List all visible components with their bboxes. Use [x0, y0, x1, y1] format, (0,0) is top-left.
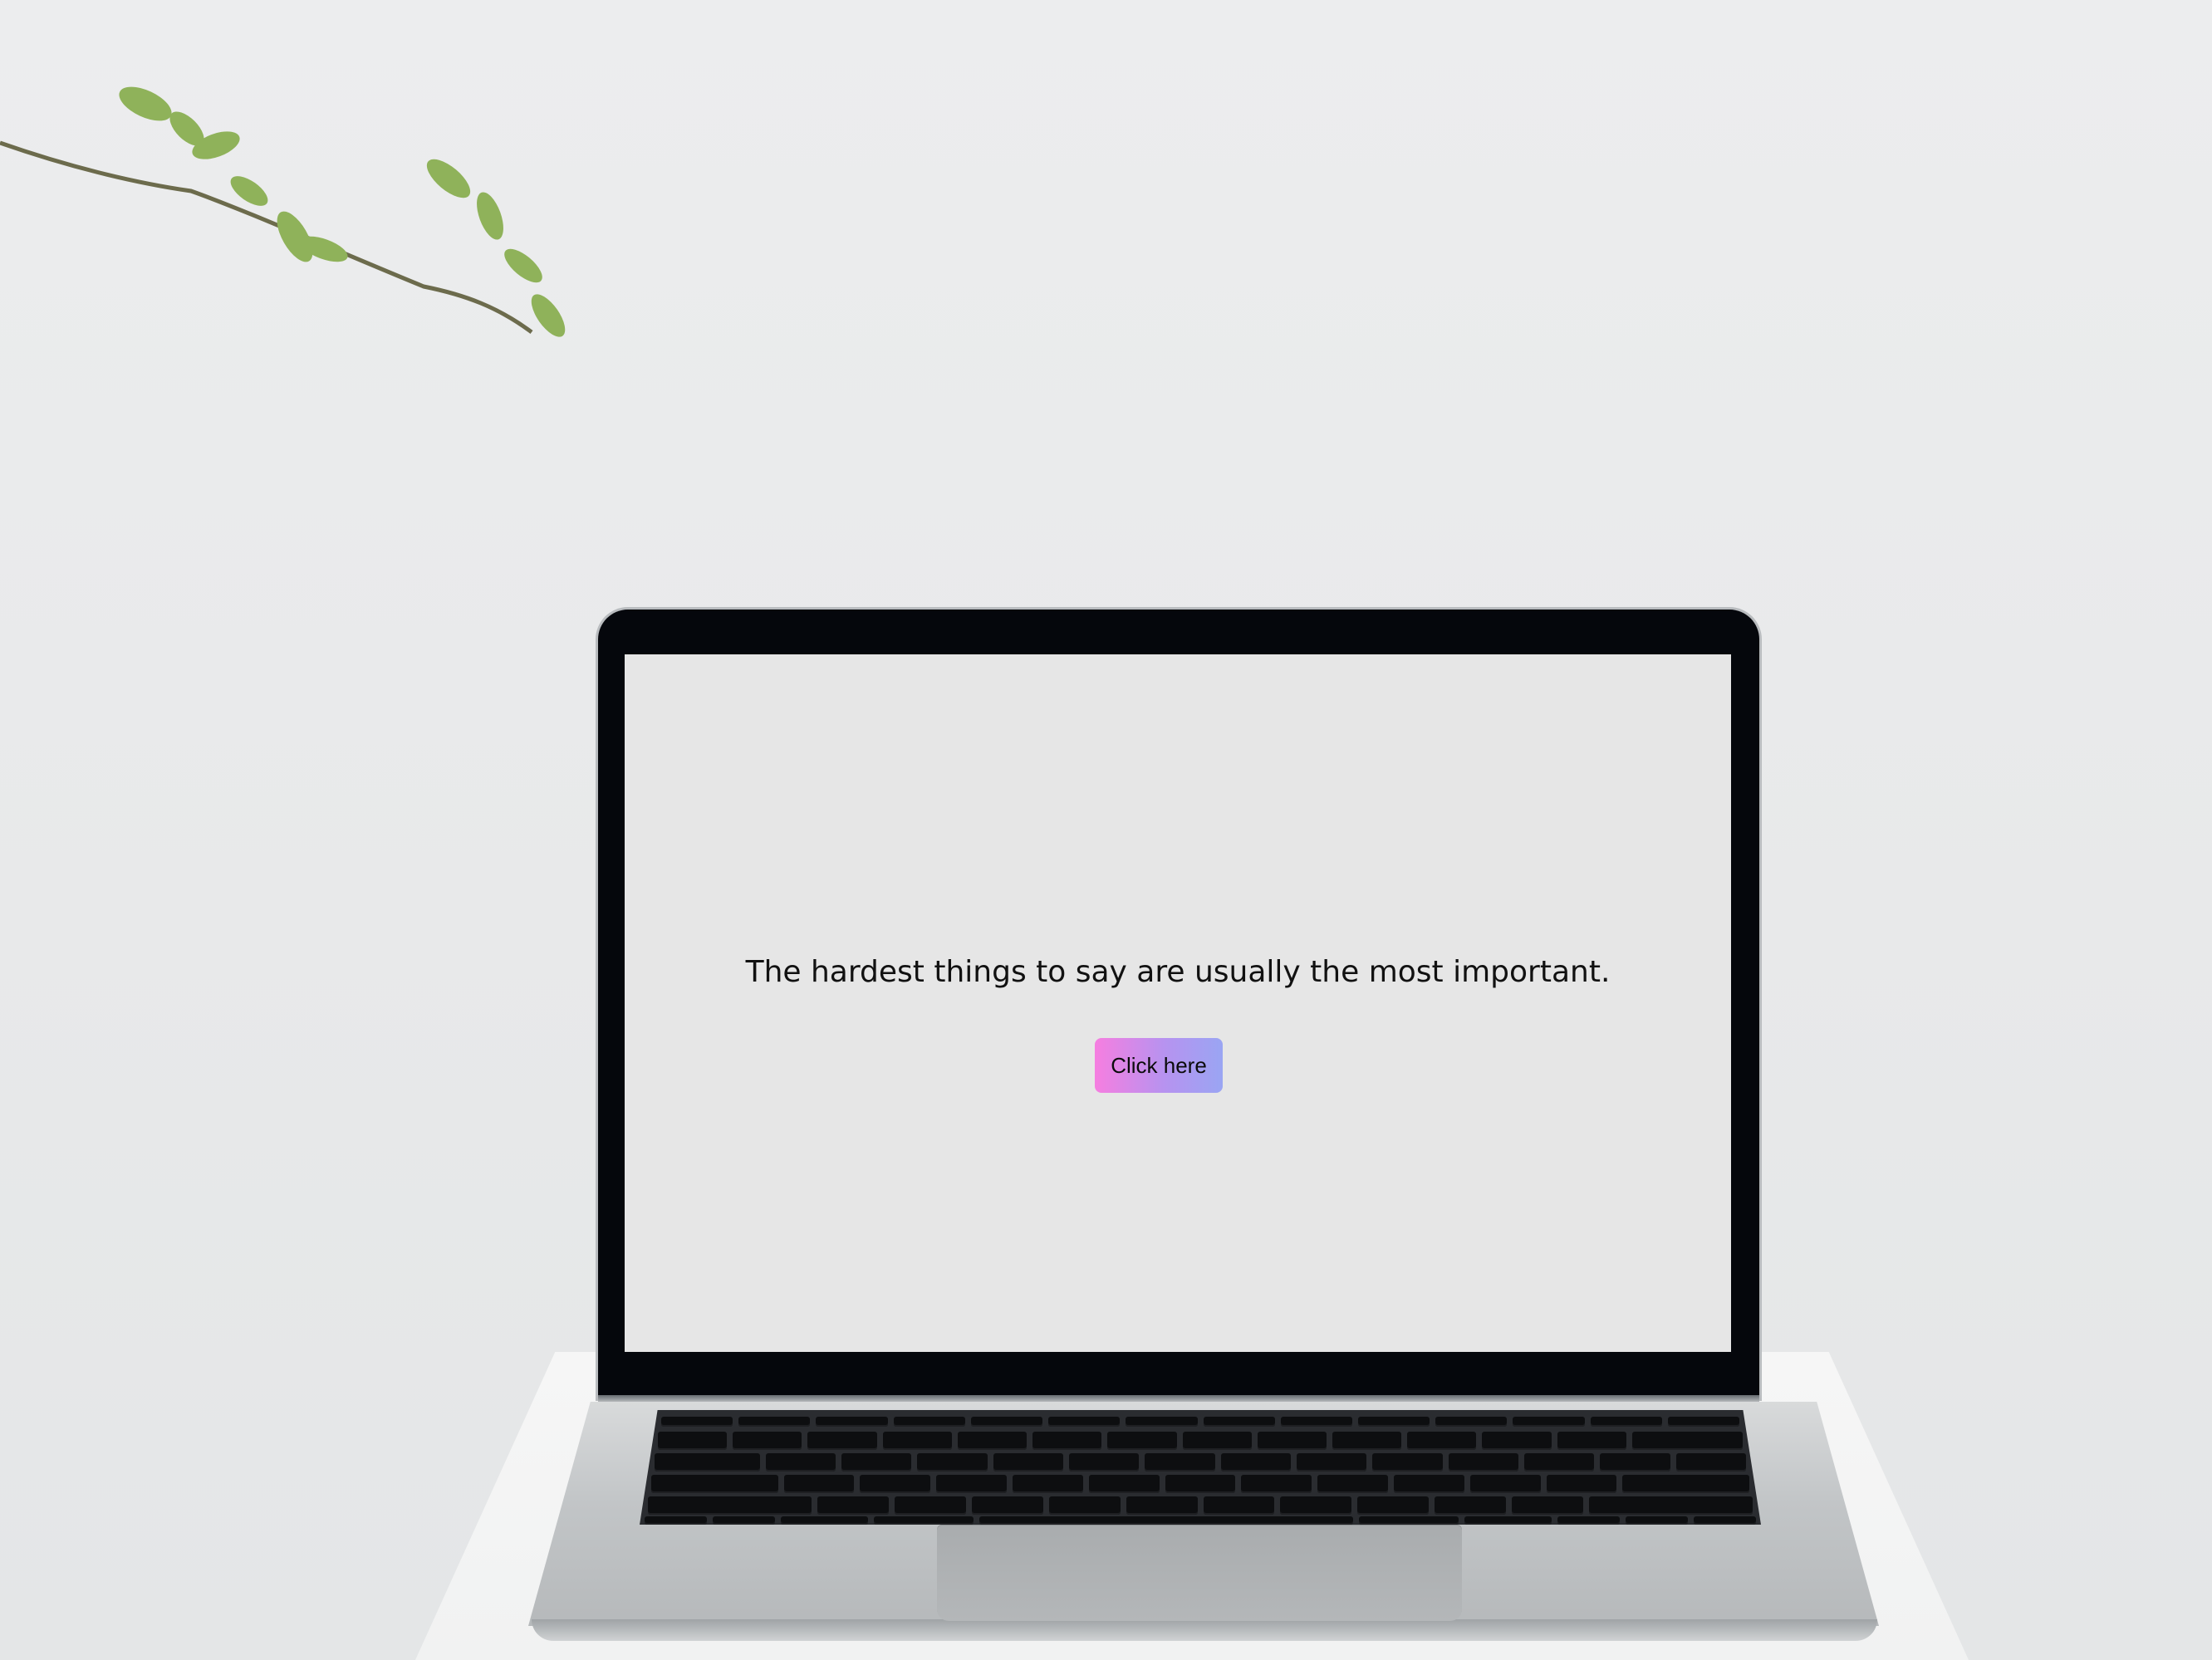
laptop-base-edge: [532, 1619, 1877, 1641]
keyboard-row: [661, 1417, 1740, 1427]
plant-branch-icon: [0, 86, 566, 337]
laptop-screen: The hardest things to say are usually th…: [625, 654, 1731, 1352]
click-here-button[interactable]: Click here: [1095, 1038, 1223, 1093]
keyboard: [640, 1410, 1761, 1525]
keyboard-row: [651, 1475, 1750, 1493]
quote-text: The hardest things to say are usually th…: [745, 955, 1611, 989]
keyboard-row: [645, 1516, 1756, 1525]
keyboard-row: [648, 1496, 1753, 1515]
keyboard-row: [658, 1432, 1743, 1450]
trackpad: [937, 1525, 1462, 1621]
photo-scene: The hardest things to say are usually th…: [0, 0, 2212, 1660]
keyboard-row: [655, 1453, 1746, 1471]
